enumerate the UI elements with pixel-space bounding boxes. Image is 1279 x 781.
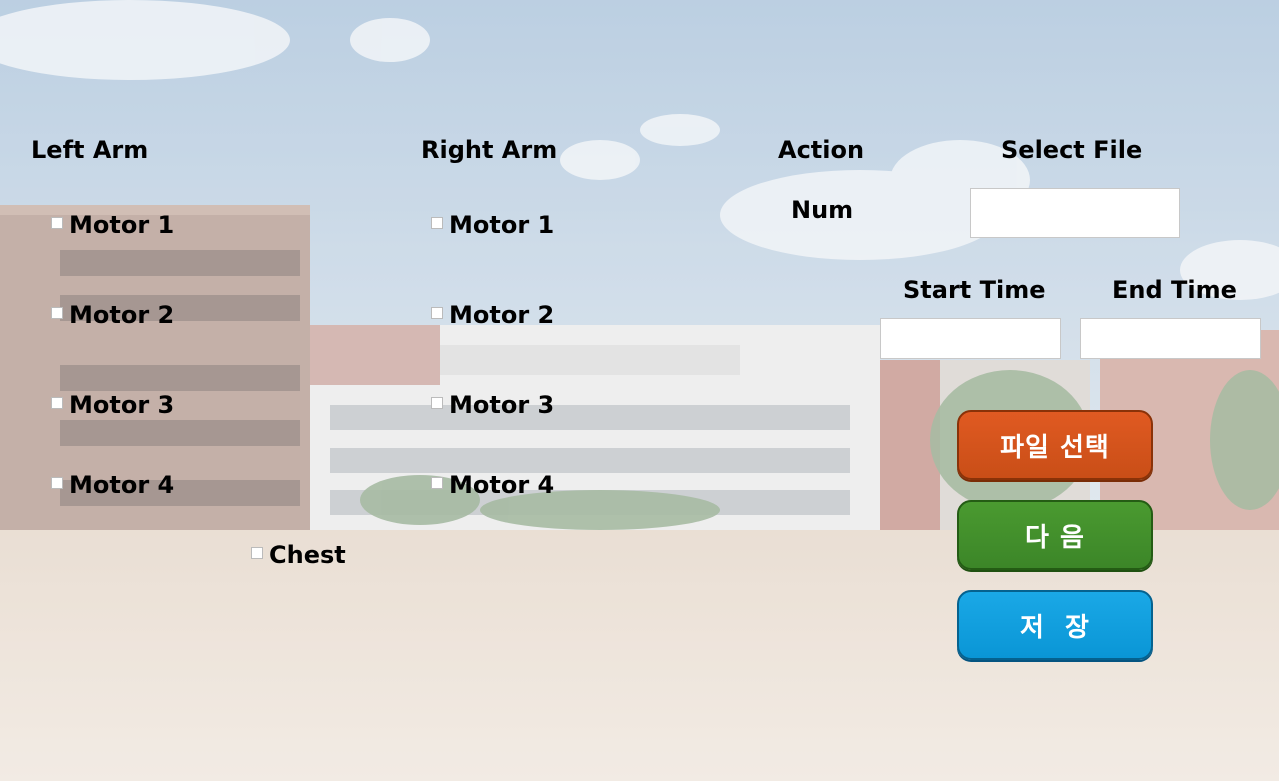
right-motor-2-label: Motor 2: [449, 301, 555, 329]
left-motor-2-checkbox[interactable]: [51, 307, 63, 319]
left-motor-2-label: Motor 2: [69, 301, 175, 329]
num-label: Num: [791, 196, 854, 224]
end-time-label: End Time: [1112, 276, 1237, 304]
num-input[interactable]: [970, 188, 1180, 238]
select-file-label: Select File: [1001, 136, 1143, 164]
left-motor-4-label: Motor 4: [69, 471, 175, 499]
action-heading: Action: [778, 136, 865, 164]
chest-label: Chest: [269, 541, 346, 569]
select-file-button[interactable]: 파일 선택: [957, 410, 1153, 480]
left-motor-3-checkbox[interactable]: [51, 397, 63, 409]
start-time-input[interactable]: [880, 318, 1061, 359]
right-motor-4-label: Motor 4: [449, 471, 555, 499]
chest-checkbox[interactable]: [251, 547, 263, 559]
left-motor-3-label: Motor 3: [69, 391, 175, 419]
next-button[interactable]: 다 음: [957, 500, 1153, 570]
left-motor-1-label: Motor 1: [69, 211, 175, 239]
school-background-image: [0, 0, 1279, 781]
right-motor-1-label: Motor 1: [449, 211, 555, 239]
right-motor-2-checkbox[interactable]: [431, 307, 443, 319]
right-arm-heading: Right Arm: [421, 136, 558, 164]
right-motor-1-checkbox[interactable]: [431, 217, 443, 229]
left-arm-heading: Left Arm: [31, 136, 149, 164]
right-motor-4-checkbox[interactable]: [431, 477, 443, 489]
start-time-label: Start Time: [903, 276, 1046, 304]
right-motor-3-checkbox[interactable]: [431, 397, 443, 409]
save-button[interactable]: 저 장: [957, 590, 1153, 660]
right-motor-3-label: Motor 3: [449, 391, 555, 419]
left-motor-1-checkbox[interactable]: [51, 217, 63, 229]
end-time-input[interactable]: [1080, 318, 1261, 359]
left-motor-4-checkbox[interactable]: [51, 477, 63, 489]
